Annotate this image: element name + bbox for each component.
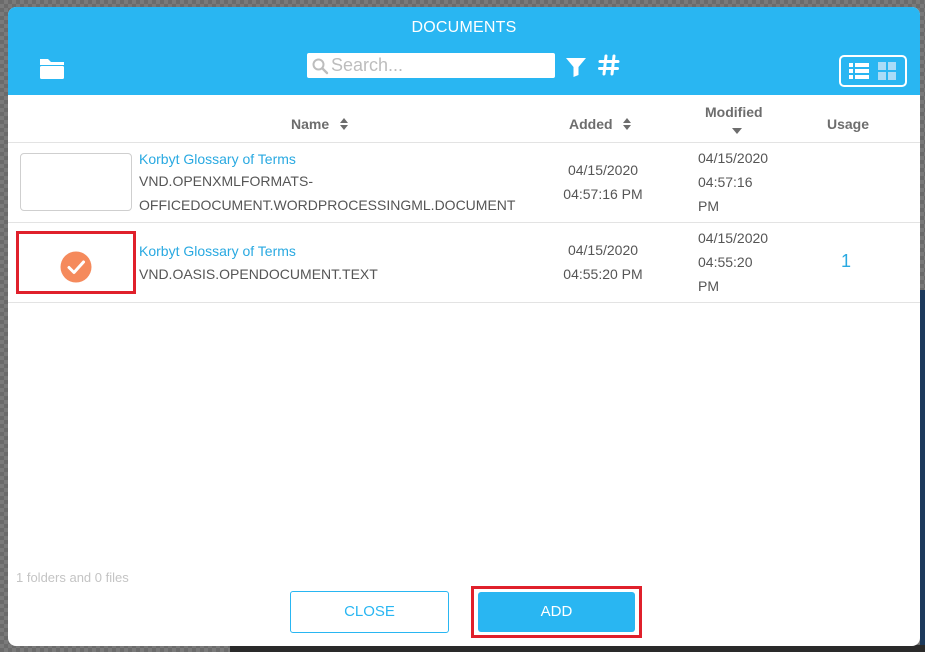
document-name-link[interactable]: Korbyt Glossary of Terms — [139, 243, 296, 259]
modified-time-value: 04:55:20 — [698, 254, 753, 270]
modified-date-value: 04/15/2020 — [698, 230, 769, 246]
added-date-value: 04/15/2020 — [567, 242, 639, 258]
view-toggle — [839, 55, 907, 87]
documents-modal: DOCUMENTS Search... Name Added Modified … — [8, 7, 920, 646]
search-icon — [312, 58, 329, 74]
search-box[interactable] — [307, 53, 555, 78]
table-row[interactable]: Korbyt Glossary of Terms VND.OASIS.OPEND… — [8, 223, 920, 303]
items-count-status: 1 folders and 0 files — [16, 570, 129, 585]
column-added[interactable]: Added — [569, 116, 632, 132]
check-circle-icon — [60, 251, 92, 283]
column-added-label: Added — [569, 116, 613, 132]
list-view-icon[interactable] — [848, 61, 870, 81]
column-modified-label: Modified — [705, 104, 763, 120]
table-row[interactable]: Korbyt Glossary of Terms VND.OPENXMLFORM… — [8, 143, 920, 223]
sort-down-icon — [732, 128, 742, 134]
add-button[interactable]: ADD — [478, 592, 635, 632]
added-date: 04/15/2020 04:55:20 PM — [557, 238, 649, 286]
document-type-line: VND.OASIS.OPENDOCUMENT.TEXT — [139, 266, 378, 282]
added-time-value: 04:55:20 PM — [563, 266, 643, 282]
document-type: VND.OPENXMLFORMATS- OFFICEDOCUMENT.WORDP… — [139, 169, 519, 217]
modified-ampm-value: PM — [698, 198, 719, 214]
column-usage-label: Usage — [827, 116, 870, 132]
added-date: 04/15/2020 04:57:16 PM — [557, 158, 649, 206]
backdrop-strip — [230, 645, 925, 652]
sort-icon — [340, 118, 349, 130]
grid-view-icon[interactable] — [876, 61, 898, 81]
column-name-label: Name — [291, 116, 330, 132]
folder-icon[interactable] — [38, 55, 66, 81]
modified-date: 04/15/2020 04:55:20 PM — [698, 226, 768, 298]
column-name[interactable]: Name — [291, 116, 349, 132]
table-header: Name Added Modified Usage — [8, 95, 920, 143]
modified-time-value: 04:57:16 — [698, 174, 753, 190]
modal-header: DOCUMENTS — [8, 7, 920, 95]
add-button-highlight: ADD — [471, 586, 642, 638]
close-button[interactable]: CLOSE — [290, 591, 449, 633]
document-type-line: OFFICEDOCUMENT.WORDPROCESSINGML.DOCUMENT — [139, 197, 516, 213]
sort-icon — [623, 118, 632, 130]
document-thumbnail-selected[interactable] — [16, 231, 136, 294]
backdrop-panel — [920, 290, 925, 652]
column-usage: Usage — [827, 116, 869, 132]
hash-icon[interactable] — [597, 53, 621, 77]
column-modified[interactable]: Modified — [705, 104, 763, 120]
search-input[interactable] — [329, 53, 549, 78]
document-type: VND.OASIS.OPENDOCUMENT.TEXT — [139, 262, 519, 286]
document-thumbnail[interactable] — [20, 153, 132, 211]
document-name-link[interactable]: Korbyt Glossary of Terms — [139, 151, 296, 167]
modified-date-value: 04/15/2020 — [698, 150, 769, 166]
added-date-value: 04/15/2020 — [567, 162, 639, 178]
document-type-line: VND.OPENXMLFORMATS- — [139, 173, 313, 189]
modified-date: 04/15/2020 04:57:16 PM — [698, 146, 768, 218]
modal-title: DOCUMENTS — [411, 19, 517, 36]
modified-ampm-value: PM — [698, 278, 719, 294]
filter-icon[interactable] — [565, 56, 587, 78]
added-time-value: 04:57:16 PM — [563, 186, 643, 202]
usage-count[interactable]: 1 — [841, 251, 851, 272]
